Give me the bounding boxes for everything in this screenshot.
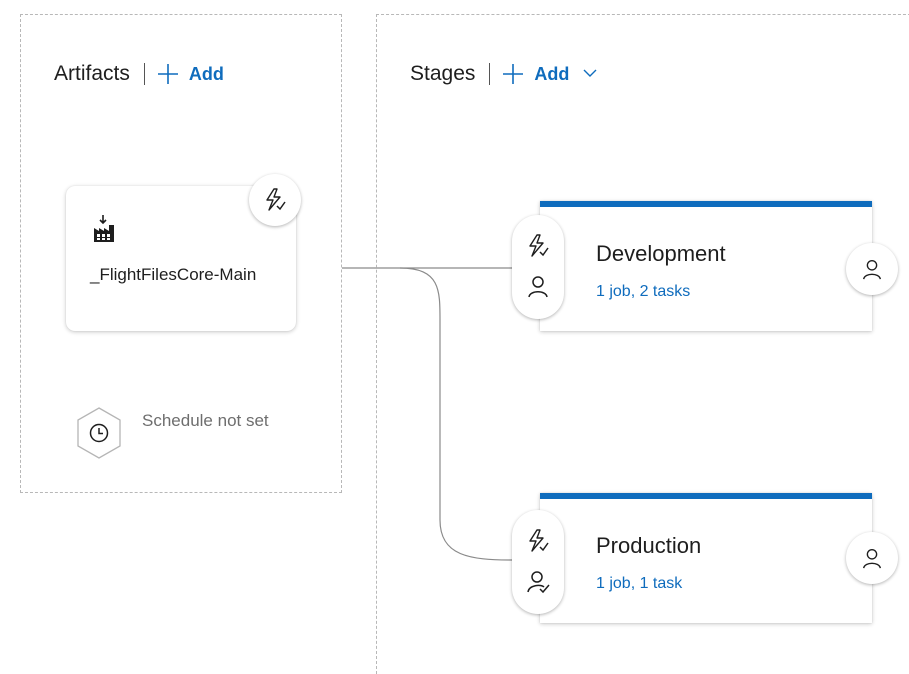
artifacts-header: Artifacts Add — [54, 62, 224, 86]
pre-deployment-approval-check-icon[interactable] — [525, 568, 551, 594]
header-separator — [489, 63, 491, 85]
post-deployment-conditions[interactable] — [846, 532, 898, 584]
pre-deployment-conditions[interactable] — [512, 215, 564, 319]
pre-deployment-approver-icon[interactable] — [525, 273, 551, 299]
artifact-name: _FlightFilesCore-Main — [90, 265, 257, 284]
plus-icon — [503, 64, 524, 84]
header-separator — [143, 63, 145, 85]
stage-tasks-link[interactable]: 1 job, 2 tasks — [596, 283, 690, 301]
post-deployment-approver-icon — [863, 260, 881, 280]
add-artifact-button[interactable]: Add — [157, 63, 224, 85]
add-stage-label: Add — [534, 63, 570, 84]
stage-tasks-link[interactable]: 1 job, 1 task — [596, 575, 682, 593]
continuous-deployment-trigger-icon — [266, 188, 286, 211]
post-deployment-approver-icon — [863, 549, 881, 569]
build-artifact-icon — [94, 215, 114, 242]
artifacts-title: Artifacts — [54, 62, 130, 85]
plus-icon — [157, 64, 178, 84]
trigger-icon[interactable] — [525, 528, 551, 554]
stages-header: Stages Add — [410, 62, 597, 86]
stage-card-development[interactable]: Development 1 job, 2 tasks — [540, 201, 872, 331]
pre-deployment-conditions[interactable] — [512, 510, 564, 614]
stages-title: Stages — [410, 62, 476, 85]
trigger-icon[interactable] — [525, 233, 551, 259]
post-deployment-conditions[interactable] — [846, 243, 898, 295]
add-stage-button[interactable]: Add — [502, 63, 597, 85]
add-artifact-label: Add — [188, 63, 224, 84]
stage-card-production[interactable]: Production 1 job, 1 task — [540, 493, 872, 623]
schedule-label: Schedule not set — [142, 411, 269, 430]
chevron-down-icon[interactable] — [583, 66, 597, 80]
clock-icon — [77, 407, 121, 459]
stage-name: Production — [596, 533, 702, 558]
artifact-trigger-button[interactable] — [249, 174, 301, 226]
stage-name: Development — [596, 241, 726, 266]
